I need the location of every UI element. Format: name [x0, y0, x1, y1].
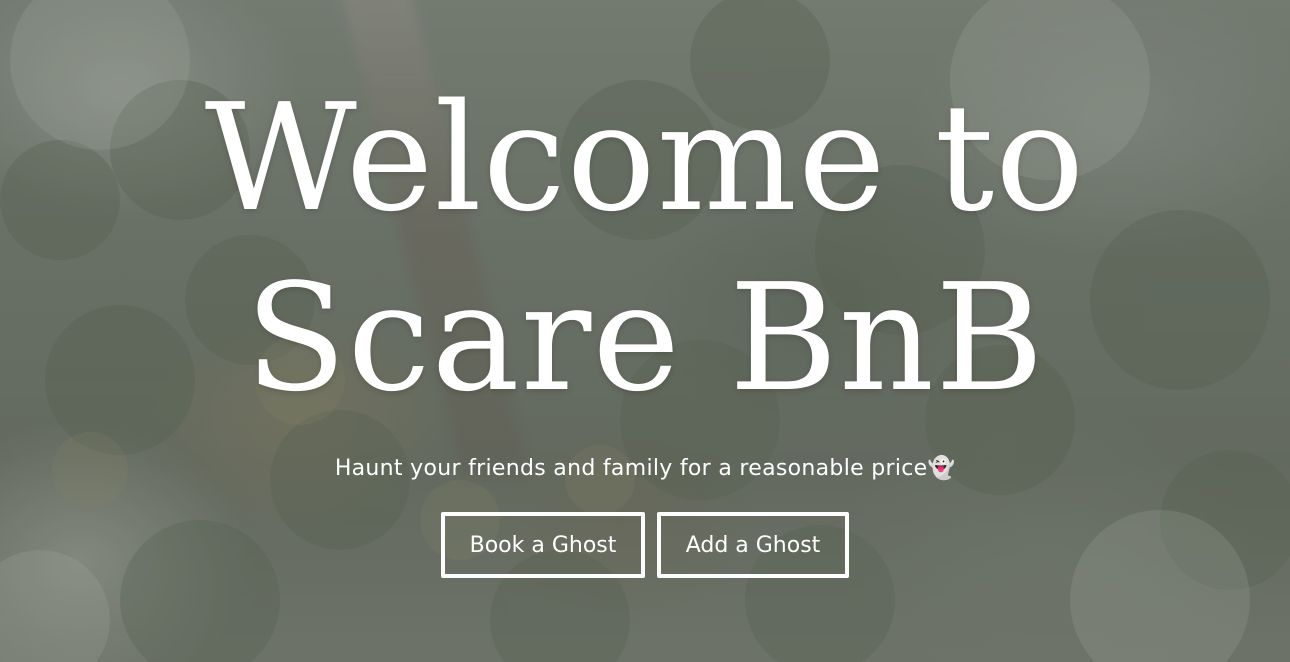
hero-title-line-1: Welcome to	[204, 72, 1086, 244]
book-ghost-button[interactable]: Book a Ghost	[441, 512, 645, 578]
hero-subtitle: Haunt your friends and family for a reas…	[334, 456, 956, 481]
hero-title-line-2: Scare BnB	[245, 252, 1045, 424]
hero-content: Welcome to Scare BnB Haunt your friends …	[0, 0, 1290, 662]
hero-section: Welcome to Scare BnB Haunt your friends …	[0, 0, 1290, 662]
hero-buttons: Book a Ghost Add a Ghost	[0, 512, 1290, 578]
add-ghost-button[interactable]: Add a Ghost	[657, 512, 849, 578]
